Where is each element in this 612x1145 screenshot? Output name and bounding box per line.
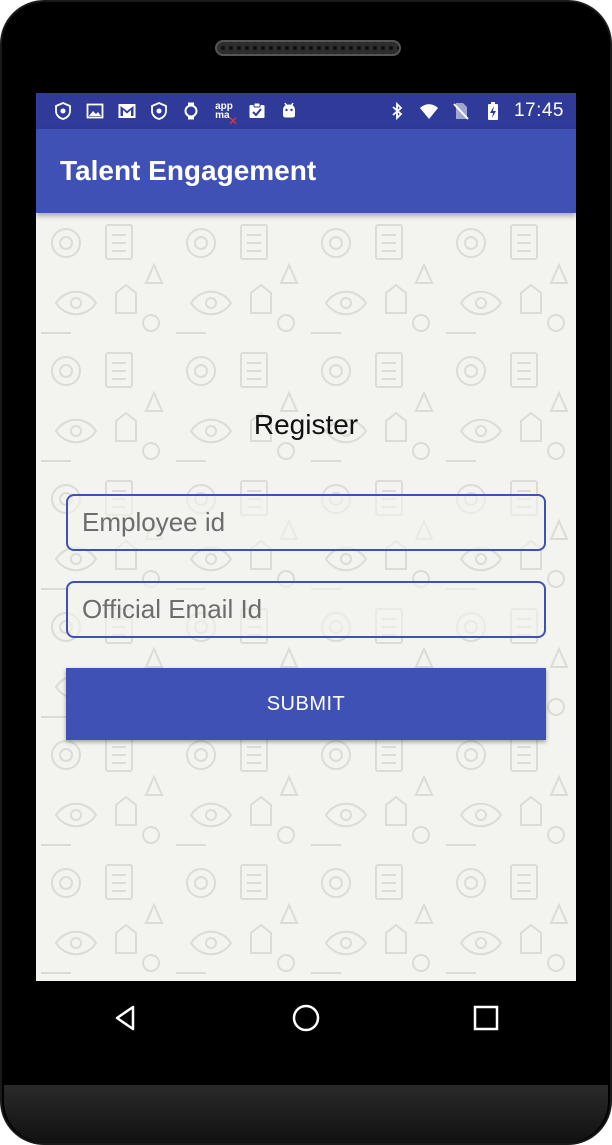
android-icon (278, 100, 300, 122)
phone-chin (4, 1085, 608, 1143)
gmail-icon (116, 100, 138, 122)
official-email-input[interactable] (82, 594, 544, 625)
app-title: Talent Engagement (60, 155, 317, 186)
image-icon (84, 100, 106, 122)
back-button[interactable] (96, 988, 156, 1048)
battery-charging-icon (482, 100, 504, 122)
recents-button[interactable] (456, 988, 516, 1048)
employee-id-field[interactable] (66, 494, 546, 551)
submit-button[interactable]: SUBMIT (66, 668, 546, 740)
screen: app ma ✕ 17:45 Talent Engagement Registe… (36, 93, 576, 981)
watch-icon (180, 100, 202, 122)
navigation-bar (36, 981, 576, 1055)
clipboard-check-icon (246, 100, 268, 122)
register-title: Register (253, 409, 359, 440)
wifi-icon (418, 100, 440, 122)
system-icons: 17:45 (386, 100, 576, 122)
no-sim-icon (450, 100, 472, 122)
home-button[interactable] (276, 988, 336, 1048)
shield-icon (52, 100, 74, 122)
recents-icon (473, 1005, 499, 1031)
status-time: 17:45 (513, 100, 564, 121)
status-bar: app ma ✕ 17:45 (36, 93, 576, 129)
shield-icon (148, 100, 170, 122)
home-icon (292, 1004, 320, 1032)
official-email-field[interactable] (66, 581, 546, 638)
speaker-grille (215, 40, 401, 56)
notification-icons: app ma ✕ (36, 100, 300, 128)
appmax-x-mark: ✕ (227, 114, 238, 128)
employee-id-input[interactable] (82, 507, 544, 538)
app-bar: Talent Engagement (36, 129, 576, 213)
register-screen: Register SUBMIT (36, 213, 576, 981)
appmax-icon: app ma ✕ (212, 100, 238, 128)
back-icon (115, 1005, 135, 1031)
bluetooth-icon (386, 100, 408, 122)
